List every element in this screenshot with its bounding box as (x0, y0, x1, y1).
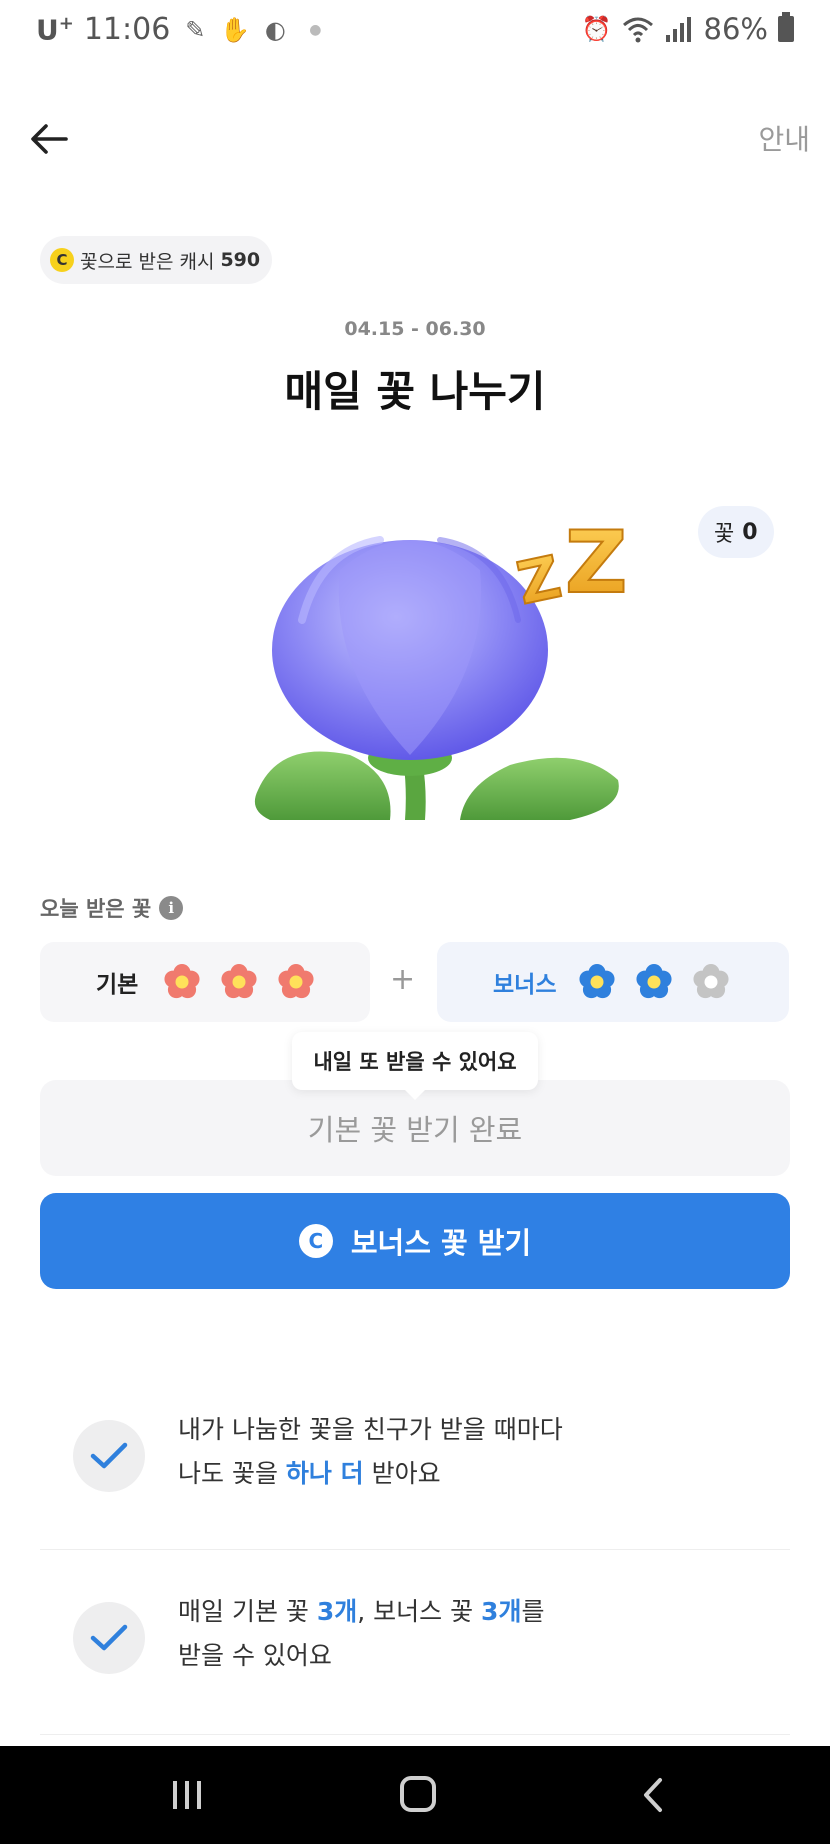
signal-icon (665, 17, 691, 42)
flower-count-chip: 꽃 0 (698, 506, 774, 558)
wifi-icon (622, 17, 653, 43)
basic-label: 기본 (96, 972, 139, 998)
flower-icon (579, 964, 615, 999)
benefit-item: 매일 기본 꽃 3개, 보너스 꽃 3개를 받을 수 있어요 (40, 1590, 790, 1735)
status-time: 11:06 (83, 12, 171, 47)
today-flowers-label: 오늘 받은 꽃 i (40, 893, 184, 923)
coin-icon: C (298, 1224, 333, 1258)
event-period: 04.15 - 06.30 (344, 318, 486, 340)
check-icon (73, 1420, 145, 1492)
flower-icon (278, 964, 314, 999)
leaf-right (460, 757, 619, 820)
benefit-item: 내가 나눔한 꽃을 친구가 받을 때마다 나도 꽃을 하나 더 받아요 (40, 1395, 790, 1550)
alarm-icon: ⏰ (581, 15, 612, 43)
back-arrow-icon[interactable] (26, 116, 72, 162)
cash-value: 590 (220, 249, 261, 271)
basic-flower-row (162, 962, 316, 1002)
bonus-flower-row (577, 962, 731, 1002)
recent-apps-icon[interactable] (170, 1778, 204, 1812)
page-title: 매일 꽃 나누기 (284, 367, 546, 416)
basic-flowers-box: 기본 (40, 942, 370, 1022)
cash-label: 꽃으로 받은 캐시 (80, 250, 215, 273)
sleeping-tulip-illustration: Z Z (254, 512, 628, 820)
guide-link[interactable]: 안내 (758, 118, 810, 158)
hand-icon: ✋ (220, 15, 251, 44)
nav-back-icon[interactable] (638, 1776, 668, 1814)
carrier-label: U+ (36, 12, 74, 47)
svg-text:Z: Z (565, 513, 627, 613)
battery-icon (778, 12, 794, 42)
status-bar: U+ 11:06 ✎ ✋ ◐ ● ⏰ 86% (0, 0, 830, 62)
bonus-label: 보너스 (493, 972, 557, 998)
dot-icon: ● (309, 21, 322, 38)
info-icon[interactable]: i (159, 896, 184, 920)
battery-percent: 86% (703, 12, 768, 46)
flower-count-value: 0 (742, 519, 758, 545)
check-icon (73, 1602, 145, 1674)
bonus-button-label: 보너스 꽃 받기 (350, 1226, 532, 1260)
system-nav-bar (0, 1746, 830, 1844)
empty-flower-icon (693, 964, 729, 999)
app-icon: ◐ (264, 15, 286, 44)
coin-icon: C (50, 248, 74, 272)
flower-icon (221, 964, 257, 999)
benefit-text: 매일 기본 꽃 3개, 보너스 꽃 3개를 받을 수 있어요 (178, 1597, 545, 1670)
cash-chip: C 꽃으로 받은 캐시 590 (40, 236, 273, 284)
pen-icon: ✎ (185, 15, 206, 44)
flower-count-label: 꽃 (714, 522, 735, 547)
tooltip: 내일 또 받을 수 있어요 (292, 1032, 538, 1100)
benefit-text: 내가 나눔한 꽃을 친구가 받을 때마다 나도 꽃을 하나 더 받아요 (178, 1415, 563, 1488)
get-bonus-flower-button[interactable]: C 보너스 꽃 받기 (40, 1193, 790, 1289)
flower-icon (164, 964, 200, 999)
plus-sign: + (390, 962, 416, 997)
home-icon[interactable] (400, 1776, 436, 1812)
flower-icon (636, 964, 672, 999)
bonus-flowers-box: 보너스 (437, 942, 789, 1022)
